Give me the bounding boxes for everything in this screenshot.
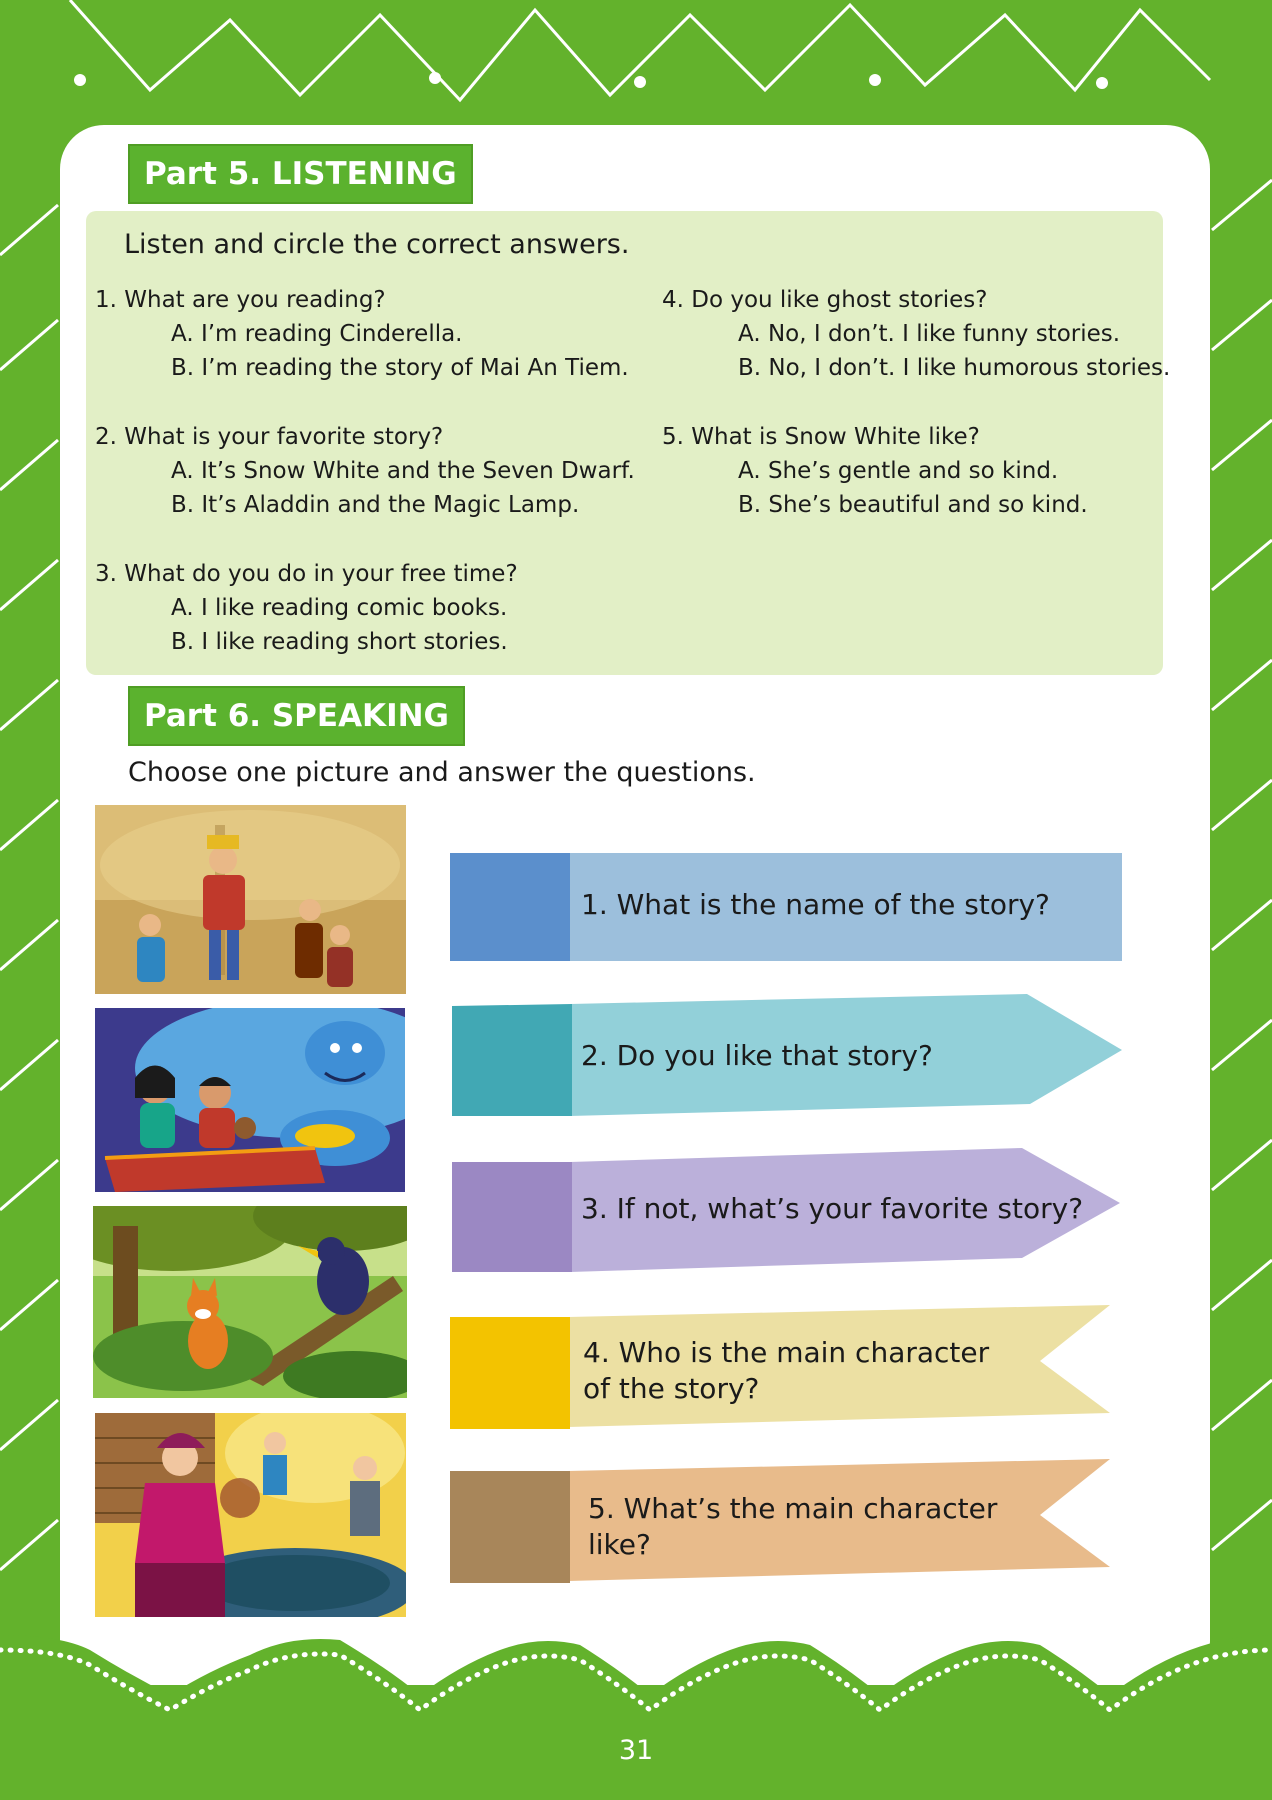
speaking-prompt-4: 4. Who is the main character of the stor… <box>450 1305 1110 1429</box>
listening-question-1: 1. What are you reading? A. I’m reading … <box>95 283 629 385</box>
question-text: 3. What do you do in your free time? <box>95 561 518 587</box>
prompt-text: 2. Do you like that story? <box>581 1039 933 1072</box>
listening-question-4: 4. Do you like ghost stories? A. No, I d… <box>662 283 1170 385</box>
prompt-tab <box>450 1471 570 1583</box>
question-text: 4. Do you like ghost stories? <box>662 287 988 313</box>
story-picture-aladdin[interactable] <box>95 1008 405 1192</box>
prompt-line-2: of the story? <box>583 1372 760 1405</box>
option-b[interactable]: B. I like reading short stories. <box>95 625 518 659</box>
option-a[interactable]: A. It’s Snow White and the Seven Dwarf. <box>95 454 635 488</box>
story-picture-mai-an-tiem[interactable] <box>95 805 406 994</box>
option-a[interactable]: A. I like reading comic books. <box>95 591 518 625</box>
prompt-text: 3. If not, what’s your favorite story? <box>581 1192 1084 1225</box>
question-text: 1. What are you reading? <box>95 287 386 313</box>
option-b[interactable]: B. It’s Aladdin and the Magic Lamp. <box>95 488 635 522</box>
prompt-text: 4. Who is the main character of the stor… <box>583 1335 989 1407</box>
prompt-tab <box>450 1317 570 1429</box>
scalloped-edge <box>0 1635 1272 1730</box>
speaking-prompt-5: 5. What’s the main character like? <box>450 1459 1110 1583</box>
question-text: 5. What is Snow White like? <box>662 424 980 450</box>
prompt-line-2: like? <box>588 1528 651 1561</box>
option-a[interactable]: A. No, I don’t. I like funny stories. <box>662 317 1170 351</box>
part6-instruction: Choose one picture and answer the questi… <box>128 757 756 788</box>
part6-heading: Part 6. SPEAKING <box>128 686 466 746</box>
story-picture-village-well[interactable] <box>95 1413 406 1617</box>
prompt-text: 5. What’s the main character like? <box>588 1491 997 1563</box>
story-picture-fox-and-crow[interactable] <box>93 1206 407 1398</box>
listening-question-2: 2. What is your favorite story? A. It’s … <box>95 420 635 522</box>
prompt-tab <box>452 1162 572 1272</box>
speaking-prompt-2: 2. Do you like that story? <box>452 994 1122 1116</box>
option-b[interactable]: B. No, I don’t. I like humorous stories. <box>662 351 1170 385</box>
question-text: 2. What is your favorite story? <box>95 424 444 450</box>
part5-instruction: Listen and circle the correct answers. <box>124 229 630 260</box>
prompt-line-1: 5. What’s the main character <box>588 1492 998 1525</box>
option-b[interactable]: B. I’m reading the story of Mai An Tiem. <box>95 351 629 385</box>
option-a[interactable]: A. I’m reading Cinderella. <box>95 317 629 351</box>
prompt-tab <box>452 1004 572 1116</box>
part5-heading: Part 5. LISTENING <box>128 144 473 204</box>
option-a[interactable]: A. She’s gentle and so kind. <box>662 454 1088 488</box>
speaking-prompt-3: 3. If not, what’s your favorite story? <box>452 1148 1120 1272</box>
page-number: 31 <box>618 1735 654 1766</box>
prompt-line-1: 4. Who is the main character <box>583 1336 990 1369</box>
speaking-prompt-1: 1. What is the name of the story? <box>450 853 1122 961</box>
listening-question-5: 5. What is Snow White like? A. She’s gen… <box>662 420 1088 522</box>
prompt-tab <box>450 853 570 961</box>
listening-question-3: 3. What do you do in your free time? A. … <box>95 557 518 659</box>
prompt-text: 1. What is the name of the story? <box>581 888 1050 921</box>
option-b[interactable]: B. She’s beautiful and so kind. <box>662 488 1088 522</box>
